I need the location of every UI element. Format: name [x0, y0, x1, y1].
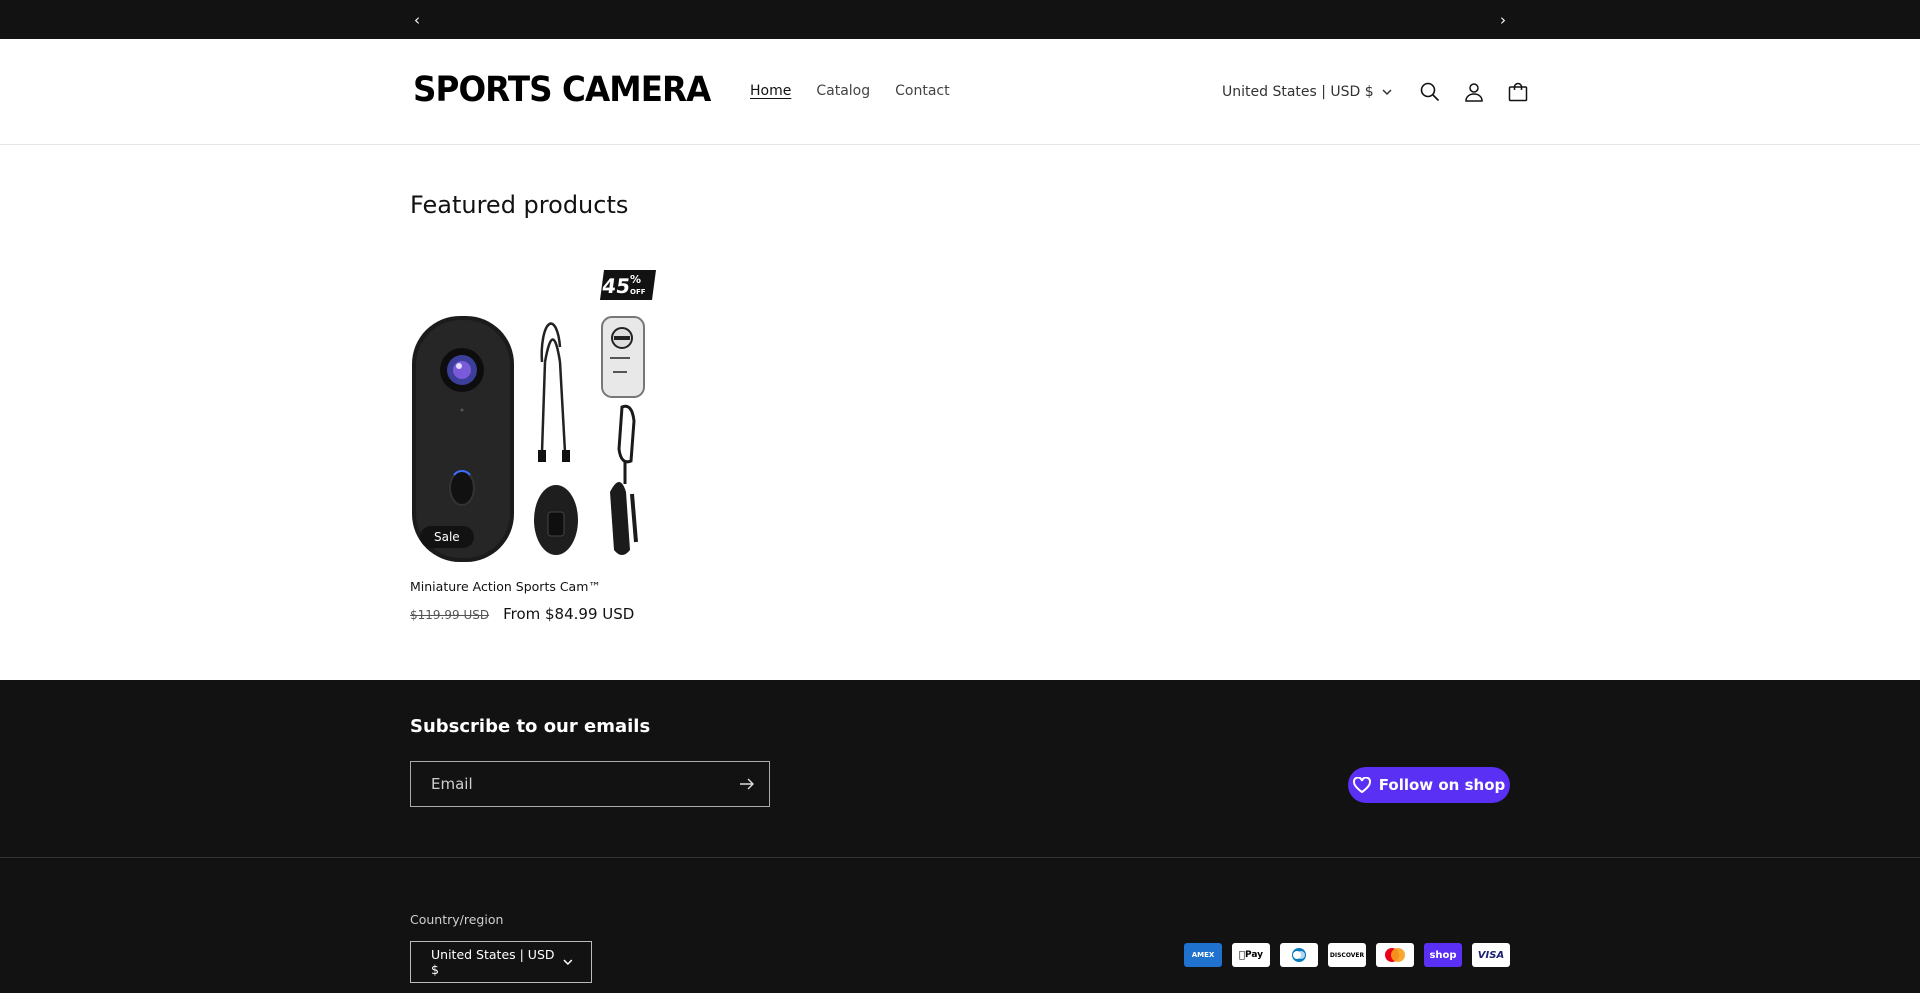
chevron-down-icon [563, 959, 573, 965]
header-actions: United States | USD $ [1222, 70, 1540, 114]
previous-announcement-button[interactable]: ‹ [405, 0, 429, 39]
main-nav: Home Catalog Contact [750, 83, 975, 99]
chevron-right-icon: › [1500, 10, 1506, 29]
footer-divider [0, 857, 1920, 858]
site-header: SPORTS CAMERA Home Catalog Contact Unite… [0, 39, 1920, 145]
user-icon [1464, 83, 1483, 102]
account-button[interactable] [1452, 70, 1496, 114]
shop-pay-icon: shop [1424, 943, 1462, 967]
regular-price: $119.99 USD [410, 608, 490, 622]
chevron-down-icon [1382, 88, 1392, 95]
cart-icon [1508, 82, 1527, 102]
locale-selector[interactable]: United States | USD $ [1222, 84, 1392, 100]
newsletter-heading: Subscribe to our emails [410, 716, 651, 737]
search-icon [1420, 82, 1439, 102]
svg-text:45: 45 [601, 274, 632, 298]
product-image[interactable]: 45 % OFF Sale [410, 262, 660, 562]
discount-sticker: 45 % OFF [600, 270, 656, 300]
locale-selector-label: United States | USD $ [1222, 84, 1374, 100]
product-title-link[interactable]: Miniature Action Sports Cam™ [410, 579, 601, 594]
follow-on-shop-button[interactable]: Follow on shop [1348, 767, 1510, 803]
nav-contact[interactable]: Contact [895, 83, 949, 99]
newsletter-form [410, 761, 770, 807]
next-announcement-button[interactable]: › [1491, 0, 1515, 39]
country-region-selector[interactable]: United States | USD $ [410, 941, 592, 983]
sale-price: From $84.99 USD [503, 605, 635, 623]
email-input[interactable] [411, 762, 725, 806]
store-logo[interactable]: SPORTS CAMERA [413, 70, 711, 110]
product-price: $119.99 USD From $84.99 USD [410, 605, 634, 623]
discover-icon: DISCOVER [1328, 943, 1366, 967]
featured-products-heading: Featured products [410, 191, 629, 219]
country-region-value: United States | USD $ [431, 947, 555, 977]
search-button[interactable] [1408, 70, 1452, 114]
site-footer: Subscribe to our emails Follow on shop C… [0, 680, 1920, 993]
product-photo: 45 % OFF [412, 270, 656, 562]
arrow-right-icon [740, 778, 754, 790]
payment-icons: AMEX Pay DISCOVER shop VISA [1184, 943, 1510, 967]
visa-icon: VISA [1472, 943, 1510, 967]
chevron-left-icon: ‹ [414, 10, 420, 29]
svg-text:%: % [630, 273, 641, 286]
mastercard-icon [1376, 943, 1414, 967]
nav-catalog[interactable]: Catalog [816, 83, 870, 99]
cart-button[interactable] [1496, 70, 1540, 114]
product-card[interactable]: 45 % OFF Sale [410, 262, 660, 562]
amex-icon: AMEX [1184, 943, 1222, 967]
svg-text:OFF: OFF [630, 288, 646, 296]
announcement-bar: ‹ › [0, 0, 1920, 39]
apple-pay-icon: Pay [1232, 943, 1270, 967]
sale-badge: Sale [420, 526, 474, 548]
heart-icon [1352, 777, 1371, 793]
nav-home[interactable]: Home [750, 83, 791, 99]
subscribe-button[interactable] [725, 762, 769, 806]
follow-on-shop-label: Follow on shop [1378, 776, 1506, 794]
country-region-label: Country/region [410, 912, 504, 927]
diners-club-icon [1280, 943, 1318, 967]
